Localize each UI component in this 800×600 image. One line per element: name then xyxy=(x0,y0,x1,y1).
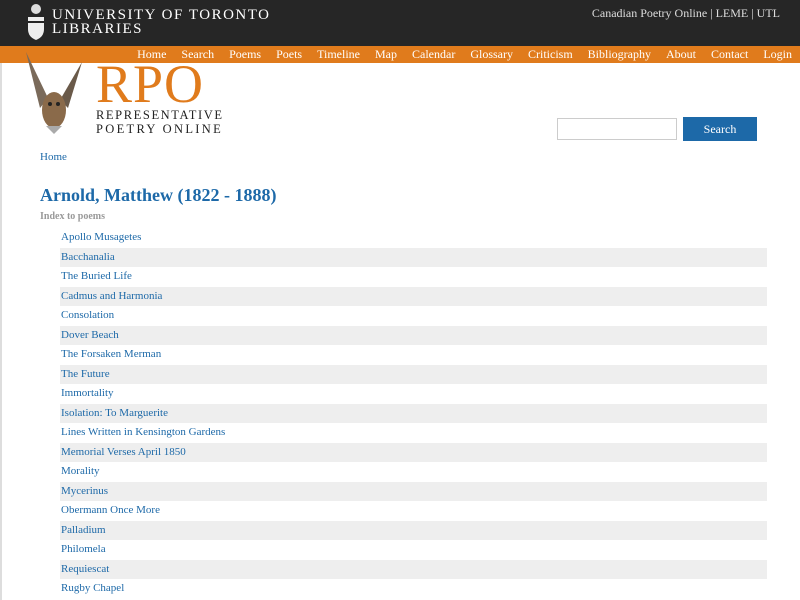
nav-poets[interactable]: Poets xyxy=(276,46,302,63)
top-links: Canadian Poetry Online | LEME | UTL xyxy=(592,6,780,21)
nav-about[interactable]: About xyxy=(666,46,696,63)
crest-icon xyxy=(28,4,44,40)
rpo-logo[interactable]: RPO xyxy=(96,57,204,111)
poem-link[interactable]: Apollo Musagetes xyxy=(60,228,767,248)
poem-link[interactable]: Immortality xyxy=(60,384,767,404)
poem-link[interactable]: Palladium xyxy=(60,520,767,540)
logo-line1: REPRESENTATIVE xyxy=(96,108,224,122)
link-canadian-poetry[interactable]: Canadian Poetry Online xyxy=(592,6,707,20)
logo-line2: POETRY ONLINE xyxy=(96,122,224,136)
top-bar: UNIVERSITY OF TORONTO LIBRARIES Canadian … xyxy=(0,0,800,46)
poem-link[interactable]: Memorial Verses April 1850 xyxy=(60,442,767,462)
index-subtitle: Index to poems xyxy=(40,211,106,222)
org-line1: UNIVERSITY OF TORONTO xyxy=(52,7,271,23)
poem-link[interactable]: Cadmus and Harmonia xyxy=(60,286,767,306)
poem-link[interactable]: Dover Beach xyxy=(60,325,767,345)
poem-link[interactable]: Philomela xyxy=(60,540,767,560)
poem-link[interactable]: The Future xyxy=(60,364,767,384)
search-input[interactable] xyxy=(557,118,677,140)
org-line2: LIBRARIES xyxy=(52,21,144,37)
link-utl[interactable]: UTL xyxy=(757,6,780,20)
poem-link[interactable]: Rugby Chapel xyxy=(60,579,767,599)
nav-contact[interactable]: Contact xyxy=(711,46,748,63)
nav-timeline[interactable]: Timeline xyxy=(317,46,360,63)
page-title: Arnold, Matthew (1822 - 1888) xyxy=(40,185,277,205)
separator: | xyxy=(710,6,713,20)
poem-link[interactable]: The Forsaken Merman xyxy=(60,345,767,365)
poem-link[interactable]: Consolation xyxy=(60,306,767,326)
poem-link[interactable]: Requiescat xyxy=(60,559,767,579)
separator: | xyxy=(751,6,754,20)
poem-link[interactable]: The Buried Life xyxy=(60,267,767,287)
rpo-subtitle: REPRESENTATIVE POETRY ONLINE xyxy=(96,108,224,136)
poem-link[interactable]: Lines Written in Kensington Gardens xyxy=(60,423,767,443)
breadcrumb-home[interactable]: Home xyxy=(40,151,67,163)
link-leme[interactable]: LEME xyxy=(716,6,749,20)
poem-link[interactable]: Isolation: To Marguerite xyxy=(60,403,767,423)
poem-list: Apollo Musagetes Bacchanalia The Buried Li… xyxy=(60,228,767,599)
poem-link[interactable]: Obermann Once More xyxy=(60,501,767,521)
left-border xyxy=(0,63,2,600)
poem-link[interactable]: Morality xyxy=(60,462,767,482)
poem-link[interactable]: Bacchanalia xyxy=(60,247,767,267)
nav-bibliography[interactable]: Bibliography xyxy=(588,46,651,63)
nav-calendar[interactable]: Calendar xyxy=(412,46,455,63)
poem-link[interactable]: Mycerinus xyxy=(60,481,767,501)
nav-criticism[interactable]: Criticism xyxy=(528,46,573,63)
owl-logo-icon xyxy=(26,52,82,134)
search-button[interactable]: Search xyxy=(683,117,757,141)
nav-glossary[interactable]: Glossary xyxy=(470,46,513,63)
nav-map[interactable]: Map xyxy=(375,46,397,63)
uoft-logo[interactable]: UNIVERSITY OF TORONTO LIBRARIES xyxy=(26,3,270,41)
nav-poems[interactable]: Poems xyxy=(229,46,261,63)
nav-login[interactable]: Login xyxy=(763,46,792,63)
